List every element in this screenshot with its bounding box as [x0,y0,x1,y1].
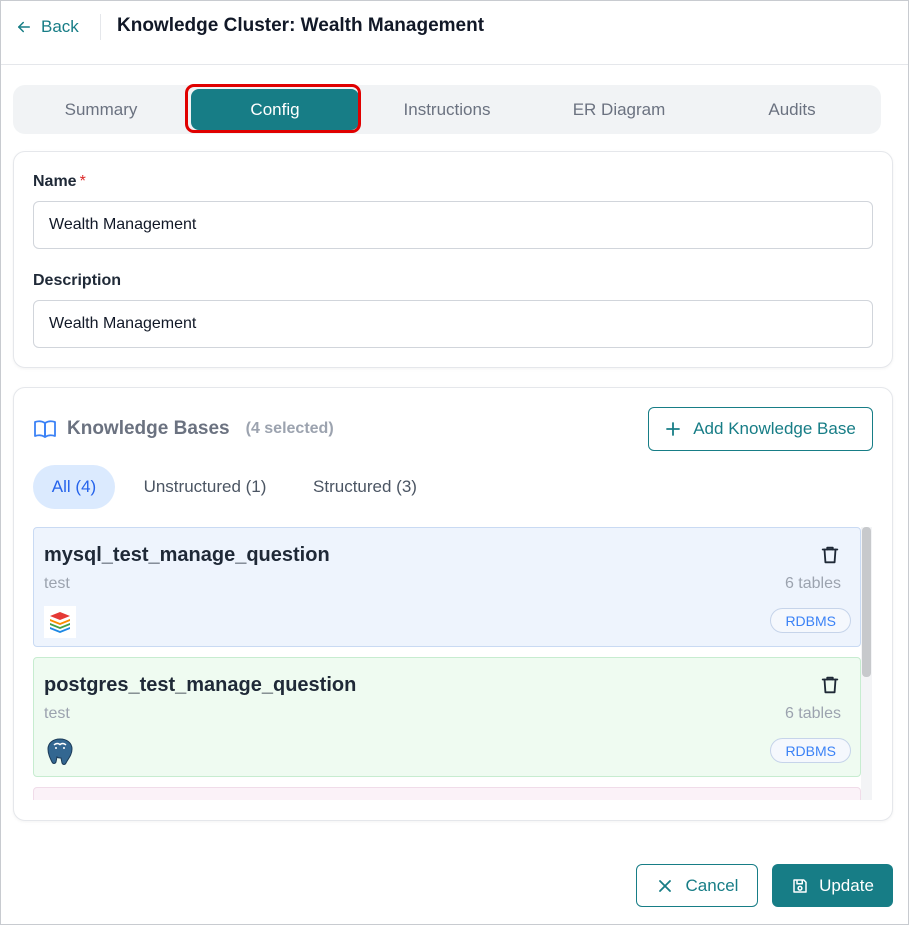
close-icon [658,879,671,892]
cancel-button[interactable]: Cancel [636,864,758,907]
list-scrollbar[interactable] [861,527,872,800]
add-knowledge-base-label: Add Knowledge Base [693,419,856,438]
tab-config[interactable]: Config [191,89,359,130]
postgres-elephant-icon [47,738,73,765]
app-window: Back Knowledge Cluster: Wealth Managemen… [0,0,909,925]
tab-bar: Summary Config Instructions ER Diagram A… [13,85,881,134]
selected-count: (4 selected) [245,420,334,437]
knowledge-base-description: test [44,575,70,592]
update-label: Update [819,875,874,895]
knowledge-bases-title: Knowledge Bases [67,418,230,439]
scrollbar-thumb[interactable] [862,527,871,677]
knowledge-base-table-count: 6 tables [784,705,841,722]
name-input[interactable] [33,201,873,249]
filter-all[interactable]: All (4) [33,465,115,509]
knowledge-base-item[interactable] [33,787,861,800]
cancel-label: Cancel [685,875,739,895]
knowledge-base-name: postgres_test_manage_question [44,674,357,696]
book-open-icon [34,420,56,438]
back-label: Back [41,17,79,36]
update-button[interactable]: Update [772,864,893,907]
back-button[interactable]: Back [15,16,79,38]
filter-structured[interactable]: Structured (3) [299,465,431,509]
tab-summary[interactable]: Summary [17,89,185,130]
add-knowledge-base-button[interactable]: Add Knowledge Base [648,407,873,451]
filter-unstructured[interactable]: Unstructured (1) [129,465,281,509]
save-icon [793,878,807,893]
knowledge-base-item[interactable]: mysql_test_manage_question test 6 tables… [33,527,861,647]
mysql-stack-icon [44,606,76,638]
knowledge-base-list[interactable]: mysql_test_manage_question test 6 tables… [33,527,873,800]
name-label-text: Name [33,173,77,190]
knowledge-base-type-badge: RDBMS [770,738,851,763]
plus-icon [666,422,681,436]
tab-instructions[interactable]: Instructions [363,89,531,130]
tab-audits[interactable]: Audits [708,89,876,130]
knowledge-base-table-count: 6 tables [784,575,841,592]
page-title: Knowledge Cluster: Wealth Management [117,15,485,36]
knowledge-base-type-badge: RDBMS [770,608,851,633]
knowledge-base-description: test [44,705,70,722]
trash-icon[interactable] [819,674,841,696]
description-input[interactable] [33,300,873,348]
page-header: Back Knowledge Cluster: Wealth Managemen… [1,1,908,65]
required-mark: * [79,173,86,190]
header-divider [100,14,101,40]
name-label: Name * [33,173,86,191]
tab-er-diagram[interactable]: ER Diagram [535,89,703,130]
arrow-left-icon [18,21,30,33]
knowledge-base-item[interactable]: postgres_test_manage_question test 6 tab… [33,657,861,777]
description-label: Description [33,272,122,289]
trash-icon[interactable] [819,544,841,566]
knowledge-base-name: mysql_test_manage_question [44,544,330,566]
knowledge-bases-header: Knowledge Bases (4 selected) [33,417,334,441]
